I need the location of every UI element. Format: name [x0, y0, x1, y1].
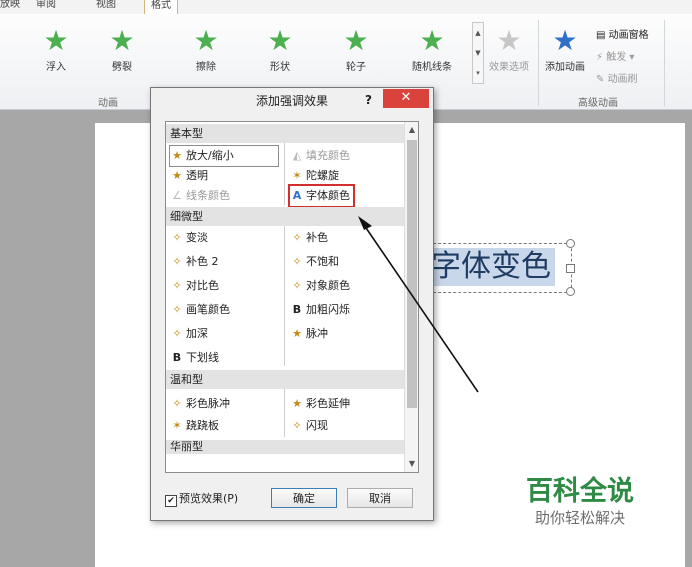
annotation-arrow — [358, 216, 479, 393]
